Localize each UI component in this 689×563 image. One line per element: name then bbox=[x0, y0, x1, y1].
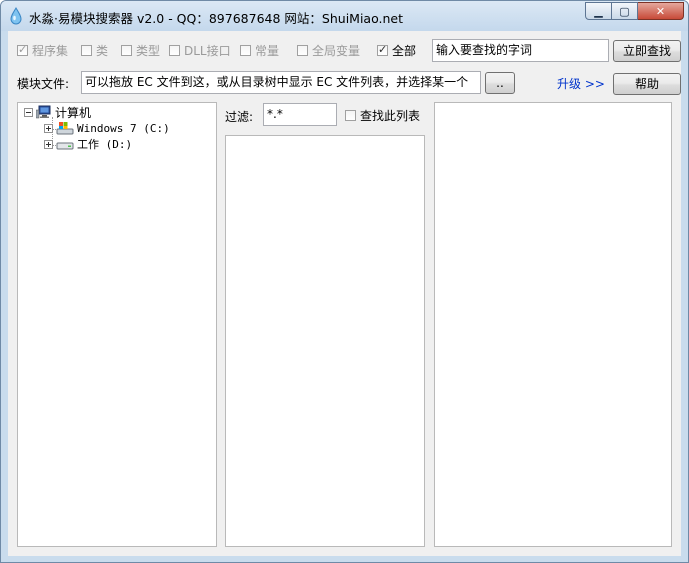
filter-all[interactable]: 全部 bbox=[377, 42, 416, 58]
tree-node-label: 计算机 bbox=[55, 105, 92, 120]
all-label: 全部 bbox=[392, 43, 417, 58]
tree-node-drive-d[interactable]: 工作 (D:) bbox=[44, 136, 132, 152]
dll-label: DLL接口 bbox=[184, 43, 231, 58]
app-drop-icon bbox=[10, 7, 22, 25]
system-drive-icon bbox=[56, 122, 74, 135]
module-file-label: 模块文件: bbox=[17, 77, 70, 91]
search-input[interactable]: 输入要查找的字词 bbox=[432, 39, 609, 62]
filter-assembly[interactable]: 程序集 bbox=[17, 42, 68, 58]
window-title: 水淼·易模块搜索器 v2.0 - QQ：897687648 网站：ShuiMia… bbox=[29, 11, 403, 26]
filter-input[interactable]: *.* bbox=[263, 103, 337, 126]
client-area: 程序集 类 类型 DLL接口 常量 全局变量 全部 输入要查找的字词 立即查找 bbox=[8, 31, 681, 556]
filter-dll[interactable]: DLL接口 bbox=[169, 42, 231, 58]
dll-checkbox[interactable] bbox=[169, 44, 180, 56]
collapse-icon[interactable] bbox=[24, 107, 33, 117]
expand-icon[interactable] bbox=[44, 123, 53, 133]
drive-icon bbox=[56, 142, 74, 150]
all-checkbox[interactable] bbox=[377, 43, 388, 56]
global-var-label: 全局变量 bbox=[312, 43, 361, 58]
minimize-button[interactable]: ▁ bbox=[585, 2, 612, 20]
constant-label: 常量 bbox=[255, 43, 280, 58]
search-list-label: 查找此列表 bbox=[360, 108, 421, 123]
directory-tree[interactable]: 计算机 Windows 7 (C:) 工作 (D:) bbox=[17, 102, 217, 547]
assembly-label: 程序集 bbox=[32, 43, 69, 58]
title-bar[interactable]: 水淼·易模块搜索器 v2.0 - QQ：897687648 网站：ShuiMia… bbox=[1, 1, 688, 31]
filter-type[interactable]: 类型 bbox=[121, 42, 160, 58]
tree-node-label: 工作 (D:) bbox=[77, 138, 133, 151]
search-list-checkbox[interactable] bbox=[345, 109, 356, 121]
caption-buttons: ▁ ▢ ✕ bbox=[585, 2, 684, 21]
filter-constant[interactable]: 常量 bbox=[240, 42, 279, 58]
tree-node-label: Windows 7 (C:) bbox=[77, 121, 170, 135]
maximize-button[interactable]: ▢ bbox=[612, 2, 638, 20]
tree-node-computer[interactable]: 计算机 bbox=[24, 104, 91, 120]
expand-icon[interactable] bbox=[44, 139, 53, 149]
type-label: 类型 bbox=[136, 43, 161, 58]
tree-node-drive-c[interactable]: Windows 7 (C:) bbox=[44, 120, 170, 136]
results-panel[interactable] bbox=[434, 102, 672, 547]
help-button[interactable]: 帮助 bbox=[613, 73, 681, 95]
search-now-button[interactable]: 立即查找 bbox=[613, 40, 681, 62]
file-list[interactable] bbox=[225, 135, 425, 547]
filter-class[interactable]: 类 bbox=[81, 42, 108, 58]
browse-button[interactable]: .. bbox=[485, 72, 515, 94]
upgrade-link[interactable]: 升级 >> bbox=[557, 75, 605, 92]
close-button[interactable]: ✕ bbox=[638, 2, 684, 20]
constant-checkbox[interactable] bbox=[240, 44, 251, 56]
assembly-checkbox[interactable] bbox=[17, 43, 28, 56]
main-window: 水淼·易模块搜索器 v2.0 - QQ：897687648 网站：ShuiMia… bbox=[0, 0, 689, 563]
computer-icon bbox=[36, 105, 51, 119]
filter-global-var[interactable]: 全局变量 bbox=[297, 42, 360, 58]
filter-label: 过滤: bbox=[225, 110, 254, 124]
class-label: 类 bbox=[96, 43, 109, 58]
search-list-option[interactable]: 查找此列表 bbox=[345, 107, 420, 123]
class-checkbox[interactable] bbox=[81, 44, 92, 56]
type-checkbox[interactable] bbox=[121, 44, 132, 56]
global-var-checkbox[interactable] bbox=[297, 44, 308, 56]
module-file-input[interactable]: 可以拖放 EC 文件到这，或从目录树中显示 EC 文件列表，并选择某一个 bbox=[81, 71, 481, 94]
